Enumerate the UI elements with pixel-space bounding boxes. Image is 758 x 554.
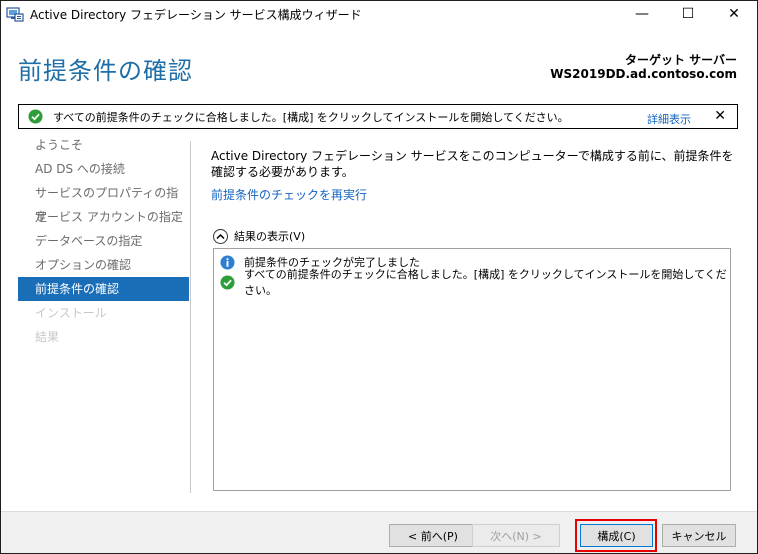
nav-item-service-account[interactable]: サービス アカウントの指定 [18, 205, 189, 229]
page-title: 前提条件の確認 [18, 57, 193, 85]
info-icon [220, 254, 235, 270]
notification-text: すべての前提条件のチェックに合格しました。[構成] をクリックしてインストールを… [53, 110, 569, 124]
wizard-footer: < 前へ(P) 次へ(N) > 構成(C) キャンセル [1, 511, 757, 553]
nav-item-connect-adds[interactable]: AD DS への接続 [18, 157, 189, 181]
nav-item-database[interactable]: データベースの指定 [18, 229, 189, 253]
next-button[interactable]: 次へ(N) > [472, 524, 560, 547]
success-check-icon [28, 109, 43, 124]
nav-divider [190, 141, 191, 493]
nav-item-prerequisites[interactable]: 前提条件の確認 [18, 277, 189, 301]
target-server-label: ターゲット サーバー [624, 53, 737, 67]
nav-item-results: 結果 [35, 330, 60, 344]
notification-close-icon[interactable]: ✕ [714, 108, 726, 124]
notification-bar: すべての前提条件のチェックに合格しました。[構成] をクリックしてインストールを… [18, 104, 738, 129]
results-list: 前提条件のチェックが完了しました すべての前提条件のチェックに合格しました。[構… [213, 248, 731, 491]
rerun-prerequisites-link[interactable]: 前提条件のチェックを再実行 [211, 186, 367, 203]
show-details-link[interactable]: 詳細表示 [647, 111, 691, 127]
maximize-button[interactable]: ☐ [665, 1, 711, 27]
minimize-button[interactable]: — [619, 1, 665, 27]
check-icon [220, 274, 235, 290]
target-server-name: WS2019DD.ad.contoso.com [550, 67, 737, 81]
description-text: Active Directory フェデレーション サービスをこのコンピューター… [211, 149, 734, 179]
configure-button[interactable]: 構成(C) [580, 524, 653, 547]
results-toggle-label[interactable]: 結果の表示(V) [234, 228, 305, 244]
chevron-up-icon[interactable] [213, 228, 228, 244]
wizard-header: 前提条件の確認 ターゲット サーバー WS2019DD.ad.contoso.c… [1, 27, 757, 103]
nav-item-review-options[interactable]: オプションの確認 [18, 253, 189, 277]
title-bar: Active Directory フェデレーション サービス構成ウィザード — … [1, 1, 757, 27]
adfs-app-icon [6, 7, 24, 22]
result-row-success: すべての前提条件のチェックに合格しました。[構成] をクリックしてインストールを… [214, 268, 730, 297]
main-content: Active Directory フェデレーション サービスをこのコンピューター… [211, 148, 741, 244]
nav-item-welcome[interactable]: ようこそ [18, 133, 189, 157]
wizard-step-nav: ようこそ AD DS への接続 サービスのプロパティの指定 サービス アカウント… [18, 133, 189, 349]
result-text: すべての前提条件のチェックに合格しました。[構成] をクリックしてインストールを… [244, 268, 727, 297]
close-window-button[interactable]: ✕ [711, 1, 757, 27]
nav-item-install: インストール [35, 306, 107, 320]
window-title: Active Directory フェデレーション サービス構成ウィザード [30, 7, 362, 22]
wizard-window: Active Directory フェデレーション サービス構成ウィザード — … [0, 0, 758, 554]
results-toggle[interactable]: 結果の表示(V) [213, 228, 305, 244]
back-button[interactable]: < 前へ(P) [389, 524, 477, 547]
cancel-button[interactable]: キャンセル [662, 524, 736, 547]
nav-item-service-properties[interactable]: サービスのプロパティの指定 [18, 181, 189, 224]
